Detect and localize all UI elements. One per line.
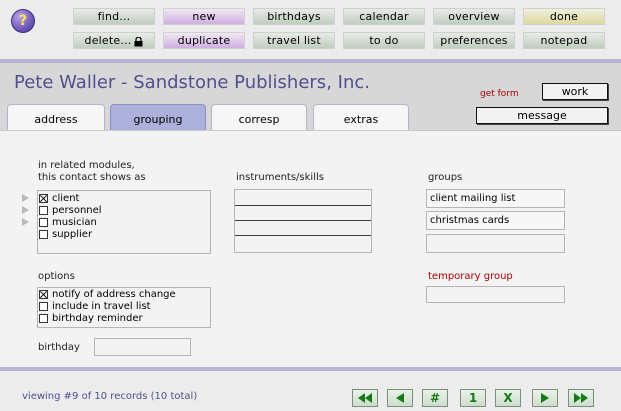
checkbox-icon[interactable] <box>39 206 48 215</box>
delete-record-label: X <box>503 391 513 405</box>
arrow-right-icon[interactable] <box>22 194 29 202</box>
previous-record-button[interactable] <box>387 389 413 407</box>
checkbox-label: birthday reminder <box>52 313 143 324</box>
group-field-1[interactable]: client mailing list <box>426 189 565 208</box>
goto-record-label: # <box>429 391 441 405</box>
delete-button[interactable]: delete... <box>73 32 155 49</box>
message-button[interactable]: message <box>476 107 608 124</box>
first-record-button[interactable] <box>352 389 378 407</box>
find-button[interactable]: find... <box>73 8 155 25</box>
goto-record-button[interactable]: # <box>422 389 448 407</box>
double-right-arrow-icon <box>574 393 588 403</box>
app-window: ? find... new birthdays calendar overvie… <box>0 0 621 411</box>
arrow-right-icon[interactable] <box>22 218 29 226</box>
tab-address-label: address <box>34 113 78 126</box>
get-form-label: get form <box>480 89 519 99</box>
double-left-arrow-icon <box>358 393 372 403</box>
new-button-label: new <box>192 10 216 23</box>
birthdays-button-label: birthdays <box>267 10 321 23</box>
overview-button[interactable]: overview <box>433 8 515 25</box>
work-button-label: work <box>561 85 589 98</box>
calendar-button[interactable]: calendar <box>343 8 425 25</box>
calendar-button-label: calendar <box>359 10 409 23</box>
duplicate-button-label: duplicate <box>177 34 231 47</box>
related-modules-subheading: this contact shows as <box>38 172 146 183</box>
record-navigation-bar: viewing #9 of 10 records (10 total) # 1 … <box>0 367 621 411</box>
instrument-row-divider <box>235 220 371 221</box>
record-one-label: 1 <box>468 391 478 405</box>
related-personnel-checkbox[interactable]: personnel <box>39 205 102 216</box>
next-record-button[interactable] <box>532 389 558 407</box>
tab-extras-label: extras <box>343 113 379 126</box>
find-button-label: find... <box>97 10 131 23</box>
checkbox-icon[interactable] <box>39 302 48 311</box>
related-musician-checkbox[interactable]: musician <box>39 217 97 228</box>
temporary-group-field[interactable] <box>426 286 565 303</box>
done-button-label: done <box>549 10 579 23</box>
duplicate-button[interactable]: duplicate <box>163 32 245 49</box>
to-do-button[interactable]: to do <box>343 32 425 49</box>
tab-corresp-label: corresp <box>238 113 280 126</box>
overview-button-label: overview <box>448 10 500 23</box>
grouping-panel: in related modules, this contact shows a… <box>0 130 621 367</box>
record-header: Pete Waller - Sandstone Publishers, Inc.… <box>0 59 621 134</box>
travel-list-button-label: travel list <box>267 34 321 47</box>
preferences-button[interactable]: preferences <box>433 32 515 49</box>
lock-icon <box>134 36 143 46</box>
contact-title: Pete Waller - Sandstone Publishers, Inc. <box>14 72 370 93</box>
record-status: viewing #9 of 10 records (10 total) <box>22 391 198 402</box>
tab-grouping-label: grouping <box>133 113 183 126</box>
related-supplier-checkbox[interactable]: supplier <box>39 229 92 240</box>
checkbox-label: musician <box>52 217 97 228</box>
checkbox-label: include in travel list <box>52 301 151 312</box>
related-modules-heading: in related modules, <box>38 160 135 171</box>
checkbox-icon[interactable] <box>39 230 48 239</box>
group-field-3[interactable] <box>426 234 565 253</box>
to-do-button-label: to do <box>369 34 399 47</box>
left-arrow-icon <box>396 393 404 403</box>
instrument-row-divider <box>235 235 371 236</box>
checkbox-label: supplier <box>52 229 93 240</box>
checkbox-icon[interactable] <box>39 314 48 323</box>
related-client-checkbox[interactable]: client <box>39 193 79 204</box>
instruments-list[interactable] <box>234 189 372 253</box>
message-button-label: message <box>517 109 567 122</box>
work-button[interactable]: work <box>542 83 608 100</box>
checkbox-label: client <box>52 193 80 204</box>
birthday-reminder-checkbox[interactable]: birthday reminder <box>39 313 143 324</box>
instruments-heading: instruments/skills <box>236 172 324 183</box>
travel-list-button[interactable]: travel list <box>253 32 335 49</box>
birthdays-button[interactable]: birthdays <box>253 8 335 25</box>
include-travel-list-checkbox[interactable]: include in travel list <box>39 301 151 312</box>
toolbar: ? find... new birthdays calendar overvie… <box>0 0 621 59</box>
birthday-label: birthday <box>38 342 80 353</box>
delete-record-button[interactable]: X <box>495 389 521 407</box>
instrument-row-divider <box>235 205 371 206</box>
options-heading: options <box>38 271 75 282</box>
checkbox-checked-icon[interactable] <box>39 290 48 299</box>
checkbox-checked-icon[interactable] <box>39 194 48 203</box>
preferences-button-label: preferences <box>440 34 508 47</box>
new-button[interactable]: new <box>163 8 245 25</box>
groups-heading: groups <box>428 172 463 183</box>
birthday-field[interactable] <box>94 338 191 356</box>
checkbox-icon[interactable] <box>39 218 48 227</box>
checkbox-label: personnel <box>52 205 102 216</box>
right-arrow-icon <box>541 393 549 403</box>
record-one-button[interactable]: 1 <box>460 389 486 407</box>
last-record-button[interactable] <box>568 389 594 407</box>
arrow-right-icon[interactable] <box>22 206 29 214</box>
group-field-2[interactable]: christmas cards <box>426 211 565 230</box>
notepad-button-label: notepad <box>540 34 588 47</box>
temporary-group-label: temporary group <box>428 271 513 282</box>
help-icon[interactable]: ? <box>11 9 35 33</box>
notepad-button[interactable]: notepad <box>523 32 605 49</box>
checkbox-label: notify of address change <box>52 289 176 300</box>
notify-address-change-checkbox[interactable]: notify of address change <box>39 289 176 300</box>
done-button[interactable]: done <box>523 8 605 25</box>
delete-button-label: delete... <box>84 34 132 47</box>
